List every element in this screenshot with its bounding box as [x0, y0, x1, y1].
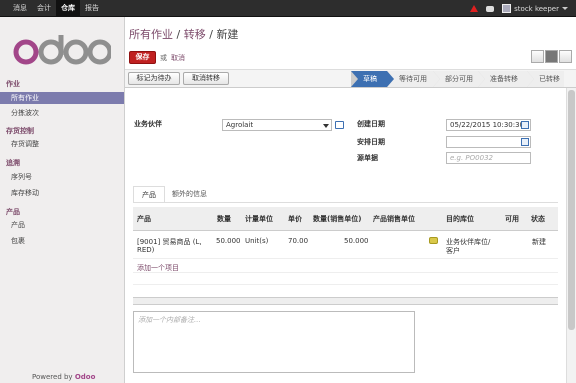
save-button[interactable]: 保存: [129, 51, 156, 64]
warning-icon[interactable]: [470, 5, 479, 12]
powered-by-text: Powered by: [32, 373, 73, 381]
sidebar-item-packages[interactable]: 包裹: [0, 235, 124, 247]
sidebar-item-all-operations[interactable]: 所有作业: [0, 92, 124, 104]
breadcrumb-all-operations[interactable]: 所有作业: [129, 28, 173, 41]
row-unit-price: 70.00: [288, 237, 309, 245]
tab-divider: [133, 202, 558, 203]
partner-label: 业务伙伴: [134, 120, 162, 128]
top-menu-messages[interactable]: 消息: [8, 0, 32, 17]
sidebar-section-inventory-control: 存货控制: [6, 127, 34, 135]
stage-draft: 草稿: [351, 71, 394, 87]
top-menu-reporting[interactable]: 报告: [80, 0, 104, 17]
sidebar-item-products[interactable]: 产品: [0, 219, 124, 231]
stage-ready: 准备转移: [478, 71, 534, 87]
scheduled-date-field[interactable]: [446, 136, 531, 148]
row-uom: Unit(s): [245, 237, 269, 245]
top-navbar: 消息 会计 仓库 报告 stock keeper: [0, 0, 576, 17]
top-right-area: stock keeper: [470, 0, 568, 17]
row-qty-sale: 50.000: [344, 237, 369, 245]
sidebar-item-stock-moves[interactable]: 库存移动: [0, 187, 124, 199]
column-unit-price[interactable]: 单价: [288, 214, 302, 224]
column-qty-sale[interactable]: 数量(销售单位): [313, 214, 361, 224]
breadcrumb-separator: /: [209, 28, 213, 41]
scrollbar[interactable]: [566, 88, 576, 383]
row-divider: [133, 272, 558, 273]
avatar: [502, 4, 512, 13]
table-footer: [133, 297, 558, 305]
sidebar: 作业 所有作业 分拣波次 存货控制 存货调整 追溯 序列号 库存移动 产品 产品…: [0, 17, 125, 383]
breadcrumb-transfers[interactable]: 转移: [184, 28, 206, 41]
discard-link[interactable]: 取消: [171, 53, 185, 63]
column-quantity[interactable]: 数量: [217, 214, 231, 224]
source-document-label: 源单据: [357, 154, 378, 162]
mark-as-todo-button[interactable]: 标记为待办: [128, 72, 180, 85]
top-menu-accounting[interactable]: 会计: [32, 0, 56, 17]
top-menu-warehouse[interactable]: 仓库: [56, 0, 80, 17]
partner-value: Agrolait: [226, 121, 254, 129]
list-view-icon[interactable]: [531, 50, 544, 63]
column-sale-uom[interactable]: 产品销售单位: [373, 214, 415, 224]
odoo-logo[interactable]: [11, 34, 111, 66]
calendar-icon[interactable]: [521, 121, 529, 129]
calendar-icon[interactable]: [521, 138, 529, 146]
chevron-down-icon: [562, 7, 568, 10]
sidebar-item-serial-numbers[interactable]: 序列号: [0, 171, 124, 183]
breadcrumb-separator: /: [176, 28, 181, 41]
breadcrumb: 所有作业 / 转移 / 新建: [129, 26, 238, 42]
row-quantity: 50.000: [216, 237, 241, 245]
view-switcher: [531, 50, 572, 63]
column-destination[interactable]: 目的库位: [446, 214, 474, 224]
column-available[interactable]: 可用: [505, 214, 519, 224]
tab-products[interactable]: 产品: [133, 186, 165, 203]
chat-icon[interactable]: [486, 5, 495, 12]
creation-date-value: 05/22/2015 10:30:30: [450, 121, 525, 129]
column-uom[interactable]: 计量单位: [245, 214, 273, 224]
table-header: 产品 数量 计量单位 单价 数量(销售单位) 产品销售单位 目的库位 可用 状态: [133, 207, 558, 231]
sidebar-item-picking-waves[interactable]: 分拣波次: [0, 107, 124, 119]
sidebar-section-operations: 作业: [6, 80, 20, 88]
breadcrumb-current: 新建: [216, 28, 239, 41]
sidebar-section-traceability: 追溯: [6, 159, 20, 167]
scheduled-date-label: 安排日期: [357, 138, 385, 146]
top-menu: 消息 会计 仓库 报告: [8, 0, 104, 17]
row-status: 新建: [532, 238, 546, 246]
tab-additional-info[interactable]: 额外的信息: [164, 186, 215, 203]
creation-date-label: 创建日期: [357, 120, 385, 128]
row-product-line2: RED): [137, 246, 155, 254]
external-link-icon[interactable]: [335, 121, 344, 129]
user-name: stock keeper: [514, 4, 559, 13]
status-bar: 标记为待办 取消转移 草稿 等待可用 部分可用 准备转移 已转移: [125, 69, 576, 88]
column-product[interactable]: 产品: [137, 214, 151, 224]
sidebar-item-inventory-adjustments[interactable]: 存货调整: [0, 138, 124, 150]
route-icon[interactable]: [429, 237, 438, 244]
user-menu[interactable]: stock keeper: [502, 4, 568, 13]
row-divider: [133, 258, 558, 259]
row-destination-line2: 客户: [446, 247, 460, 255]
sidebar-section-products: 产品: [6, 208, 20, 216]
powered-by[interactable]: Powered by Odoo: [32, 373, 95, 381]
form-view-icon[interactable]: [545, 50, 558, 63]
column-status[interactable]: 状态: [531, 214, 545, 224]
creation-date-field[interactable]: 05/22/2015 10:30:30: [446, 119, 531, 131]
partner-select[interactable]: Agrolait: [222, 119, 332, 131]
source-document-field[interactable]: e.g. PO0032: [446, 152, 531, 164]
or-text: 或: [160, 54, 167, 62]
powered-by-brand: Odoo: [74, 373, 96, 381]
internal-note-field[interactable]: 添加一个内部备注...: [133, 311, 415, 373]
cancel-transfer-button[interactable]: 取消转移: [183, 72, 229, 85]
chevron-down-icon: [323, 124, 329, 128]
scrollbar-thumb[interactable]: [568, 90, 575, 330]
row-divider: [133, 284, 558, 285]
calendar-view-icon[interactable]: [559, 50, 572, 63]
